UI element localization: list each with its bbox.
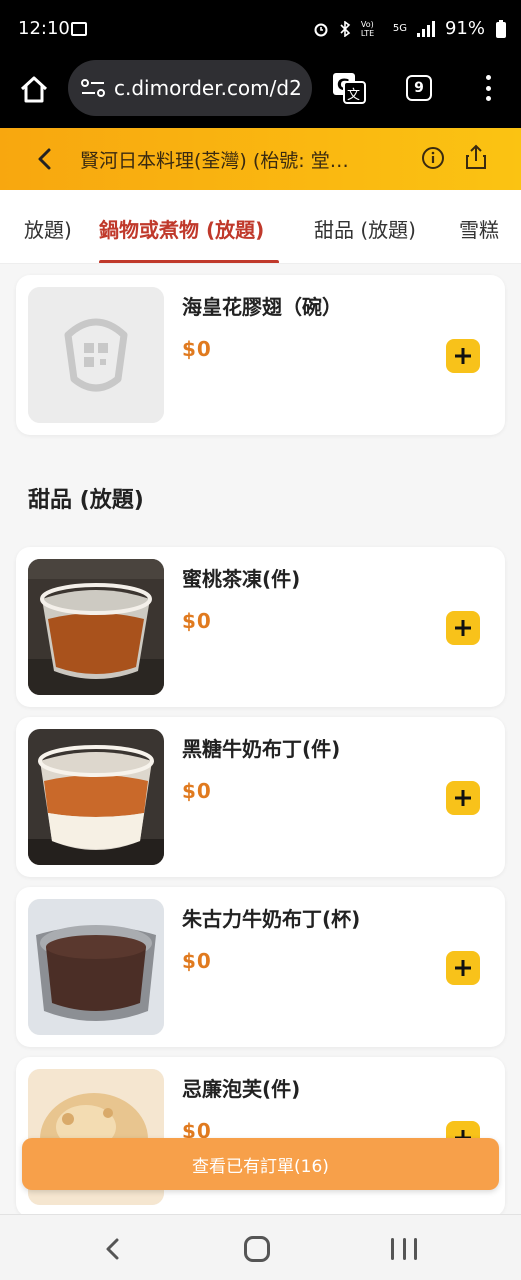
plus-icon — [455, 960, 471, 976]
item-image-placeholder — [28, 287, 164, 423]
add-to-cart-button[interactable] — [446, 339, 480, 373]
tab-dessert[interactable]: 甜品 (放題) — [314, 214, 416, 243]
plus-icon — [455, 620, 471, 636]
item-name: 朱古力牛奶布丁(杯) — [182, 907, 361, 931]
item-price: $0 — [182, 779, 212, 803]
image-notification-icon — [71, 22, 87, 36]
plus-icon — [455, 790, 471, 806]
item-price: $0 — [182, 949, 212, 973]
plus-icon — [455, 348, 471, 364]
network-label: 5G — [392, 23, 407, 34]
site-settings-icon[interactable] — [80, 77, 106, 99]
item-price: $0 — [182, 337, 212, 361]
tab-ice-cream[interactable]: 雪糕 — [459, 214, 499, 243]
address-bar[interactable]: c.dimorder.com/d2 — [68, 60, 312, 116]
bluetooth-icon — [340, 20, 351, 37]
item-name: 忌廉泡芙(件) — [182, 1077, 301, 1101]
add-to-cart-button[interactable] — [446, 951, 480, 985]
menu-item-card[interactable]: 朱古力牛奶布丁(杯) $0 — [16, 887, 505, 1047]
svg-text:文: 文 — [347, 88, 360, 103]
tab-prev-category[interactable]: 放題) — [24, 214, 72, 243]
item-image-peach-jelly — [28, 559, 164, 695]
battery-icon — [496, 19, 506, 38]
item-image-brown-sugar-pudding — [28, 729, 164, 865]
menu-item-card[interactable]: 忌廉泡芙(件) $0 — [16, 1057, 505, 1214]
back-icon[interactable] — [34, 147, 56, 171]
item-name: 黑糖牛奶布丁(件) — [182, 737, 341, 761]
status-time: 12:10 — [18, 18, 70, 39]
share-icon[interactable] — [464, 144, 488, 170]
tab-switcher-button[interactable]: 9 — [406, 75, 432, 101]
menu-content[interactable]: 海皇花膠翅（碗） $0 甜品 (放題) 蜜桃茶凍(件) $0 黑糖牛奶布丁(件)… — [0, 264, 521, 1214]
alarm-icon — [314, 23, 328, 36]
category-tabs: 放題) 鍋物或煮物 (放題) 甜品 (放題) 雪糕 — [0, 190, 521, 264]
item-name: 海皇花膠翅（碗） — [182, 295, 342, 319]
info-icon[interactable] — [421, 146, 445, 170]
browser-toolbar: c.dimorder.com/d2 G文 9 — [0, 58, 521, 128]
home-icon[interactable] — [18, 74, 50, 106]
nav-back-icon[interactable] — [102, 1237, 122, 1261]
item-name: 蜜桃茶凍(件) — [182, 567, 301, 591]
item-price: $0 — [182, 609, 212, 633]
status-indicators: Vo) LTE 5G 91% — [313, 18, 507, 39]
restaurant-header: 賢河日本料理(荃灣) (枱號: 堂… — [0, 128, 521, 190]
nav-recent-apps-icon[interactable] — [391, 1238, 417, 1260]
menu-item-card[interactable]: 黑糖牛奶布丁(件) $0 — [16, 717, 505, 877]
system-nav-bar — [0, 1214, 521, 1280]
add-to-cart-button[interactable] — [446, 781, 480, 815]
section-title: 甜品 (放題) — [28, 488, 144, 513]
add-to-cart-button[interactable] — [446, 611, 480, 645]
battery-level: 91% — [444, 18, 485, 39]
translate-icon[interactable]: G文 — [332, 72, 366, 104]
nav-home-icon[interactable] — [244, 1236, 270, 1262]
view-orders-button[interactable]: 查看已有訂單(16) — [22, 1138, 499, 1190]
restaurant-title: 賢河日本料理(荃灣) (枱號: 堂… — [80, 150, 349, 172]
signal-icon — [416, 20, 435, 37]
placeholder-logo-icon — [28, 287, 164, 423]
url-text: c.dimorder.com/d2 — [114, 76, 302, 100]
menu-item-card[interactable]: 蜜桃茶凍(件) $0 — [16, 547, 505, 707]
menu-item-card[interactable]: 海皇花膠翅（碗） $0 — [16, 275, 505, 435]
tab-hotpot-stew[interactable]: 鍋物或煮物 (放題) — [99, 214, 264, 243]
status-bar: 12:10 Vo) LTE 5G 91% — [0, 0, 521, 58]
lte-label: Vo) LTE — [360, 19, 375, 38]
more-options-icon[interactable] — [478, 72, 498, 104]
item-image-chocolate-pudding — [28, 899, 164, 1035]
